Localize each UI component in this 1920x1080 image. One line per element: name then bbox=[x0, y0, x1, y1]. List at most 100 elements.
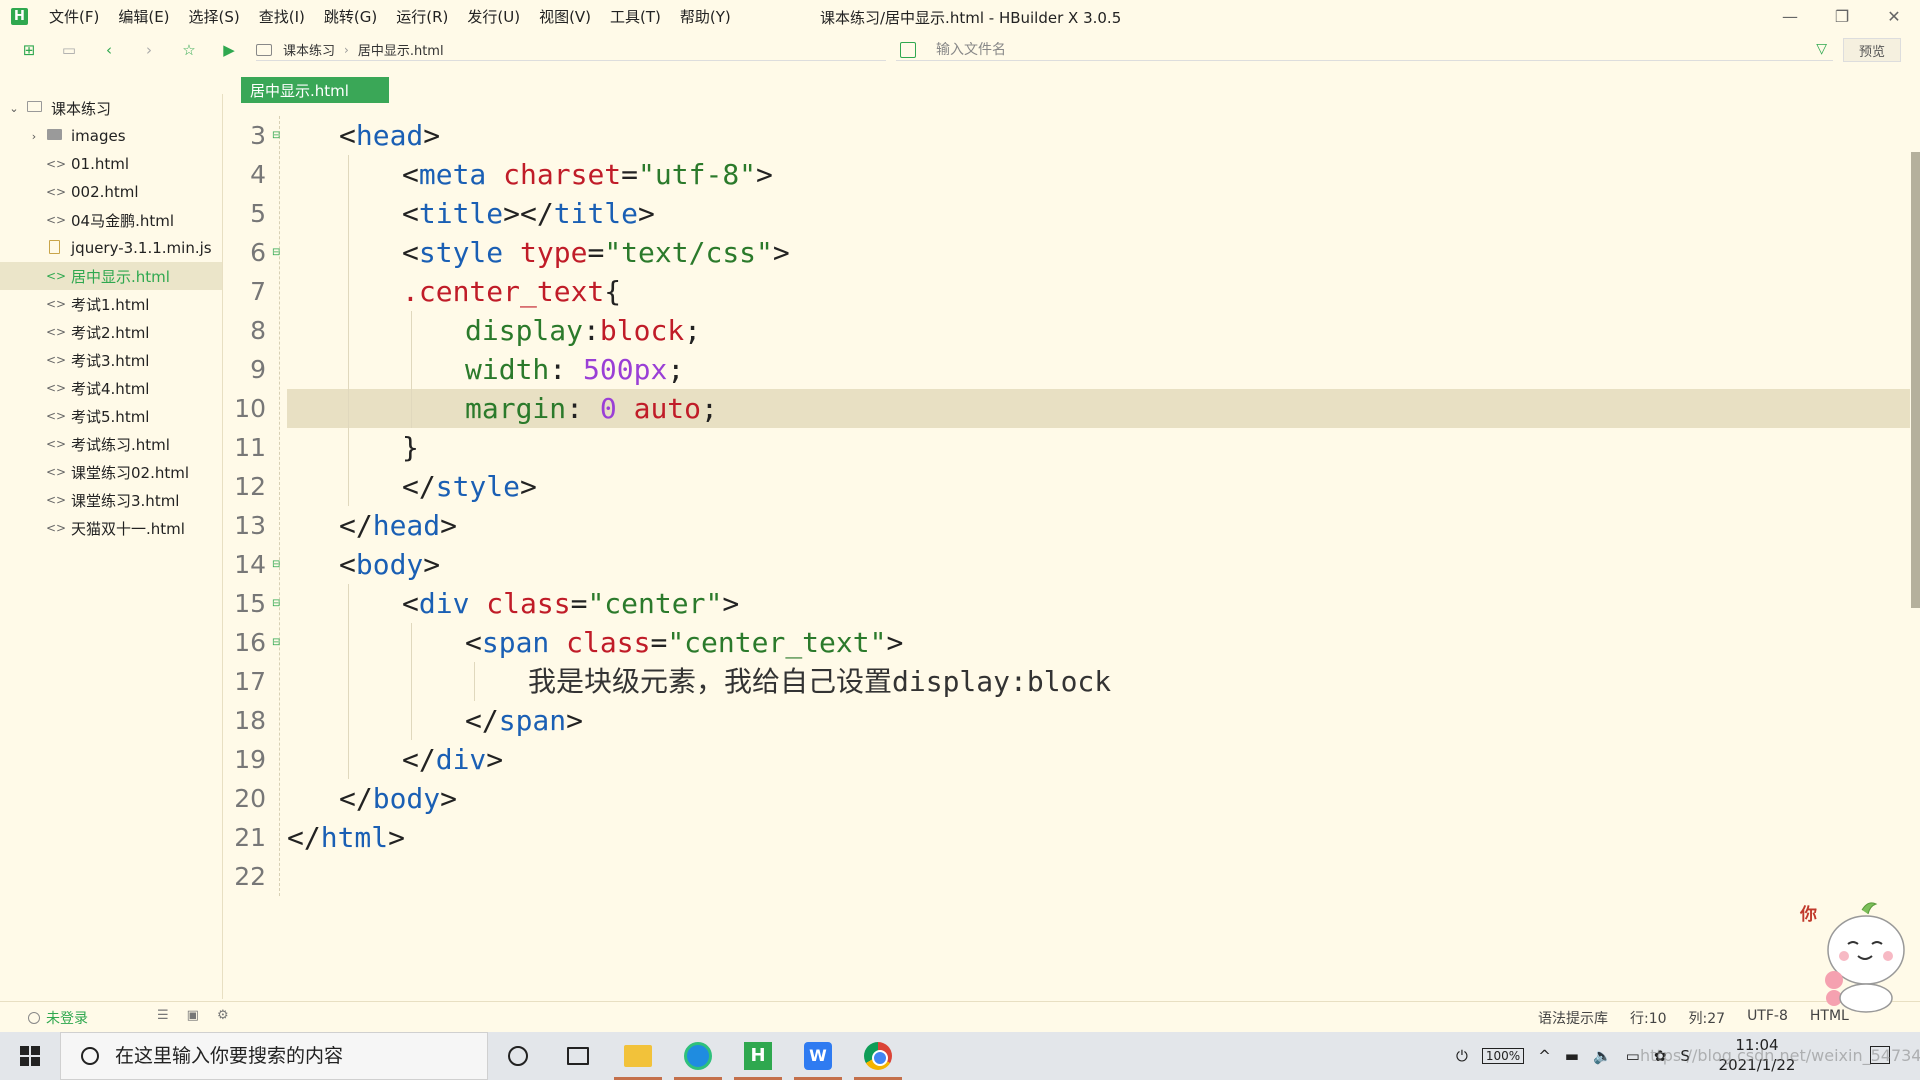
tree-item[interactable]: <> 01.html bbox=[0, 150, 222, 178]
tree-item[interactable]: <> 课堂练习3.html bbox=[0, 486, 222, 514]
watermark-url: https://blog.csdn.net/weixin_54734557 bbox=[1640, 1046, 1920, 1065]
tree-project-root[interactable]: ⌄ 课本练习 bbox=[0, 94, 222, 122]
tree-item[interactable]: <> 考试1.html bbox=[0, 290, 222, 318]
taskbar-edge[interactable] bbox=[668, 1032, 728, 1080]
tree-item[interactable]: <> 002.html bbox=[0, 178, 222, 206]
menu-item-9[interactable]: 帮助(Y) bbox=[680, 6, 731, 27]
encoding-label[interactable]: UTF-8 bbox=[1747, 1008, 1788, 1028]
tree-item[interactable]: › images bbox=[0, 122, 222, 150]
code-line[interactable]: .center_text{ bbox=[224, 272, 1910, 311]
code-line[interactable]: <head> bbox=[224, 116, 1910, 155]
task-view-button[interactable] bbox=[548, 1032, 608, 1080]
forward-icon[interactable]: › bbox=[138, 39, 160, 61]
menu-item-1[interactable]: 编辑(E) bbox=[118, 6, 169, 27]
tree-item[interactable]: <> 考试4.html bbox=[0, 374, 222, 402]
chevron-up-icon[interactable]: ^ bbox=[1538, 1047, 1551, 1065]
html-file-icon: <> bbox=[46, 381, 67, 395]
taskbar-chrome[interactable] bbox=[848, 1032, 908, 1080]
tree-item[interactable]: <> 考试3.html bbox=[0, 346, 222, 374]
cortana-button[interactable] bbox=[488, 1032, 548, 1080]
battery-indicator[interactable]: 100% bbox=[1481, 1048, 1525, 1064]
tree-item[interactable]: <> 天猫双十一.html bbox=[0, 514, 222, 542]
taskbar-search-input[interactable] bbox=[115, 1045, 475, 1067]
code-line[interactable]: </div> bbox=[224, 740, 1910, 779]
start-button[interactable] bbox=[0, 1032, 60, 1080]
tree-item[interactable]: <> 04马金鹏.html bbox=[0, 206, 222, 234]
code-line[interactable]: </html> bbox=[224, 818, 1910, 857]
code-token-val: auto bbox=[633, 392, 702, 425]
code-line[interactable]: <div class="center"> bbox=[224, 584, 1910, 623]
tree-item[interactable]: jquery-3.1.1.min.js bbox=[0, 234, 222, 262]
code-line[interactable]: <body> bbox=[224, 545, 1910, 584]
new-file-icon[interactable]: ⊞ bbox=[18, 39, 40, 61]
plugin-icon[interactable]: ⚙ bbox=[217, 1008, 229, 1023]
login-status[interactable]: 未登录 bbox=[28, 1008, 88, 1028]
taskbar-file-explorer[interactable] bbox=[608, 1032, 668, 1080]
menu-item-6[interactable]: 发行(U) bbox=[467, 6, 520, 27]
code-line[interactable]: <span class="center_text"> bbox=[224, 623, 1910, 662]
list-icon[interactable]: ☰ bbox=[157, 1008, 169, 1023]
close-button[interactable]: ✕ bbox=[1868, 0, 1920, 33]
network-icon[interactable]: ▭ bbox=[1626, 1047, 1640, 1065]
code-line[interactable] bbox=[224, 857, 1910, 896]
tree-item[interactable]: <> 考试5.html bbox=[0, 402, 222, 430]
code-text: <div class="center"> bbox=[402, 584, 739, 623]
menu-item-2[interactable]: 选择(S) bbox=[189, 6, 240, 27]
filter-icon[interactable]: ▽ bbox=[1816, 41, 1827, 57]
login-label: 未登录 bbox=[46, 1011, 88, 1027]
restore-button[interactable]: ❐ bbox=[1816, 0, 1868, 33]
tree-item[interactable]: <> 考试2.html bbox=[0, 318, 222, 346]
code-line[interactable]: 我是块级元素，我给自己设置display:block bbox=[224, 662, 1910, 701]
tree-item[interactable]: <> 居中显示.html bbox=[0, 262, 222, 290]
minimize-button[interactable]: — bbox=[1764, 0, 1816, 33]
code-line[interactable]: width: 500px; bbox=[224, 350, 1910, 389]
code-line[interactable]: </span> bbox=[224, 701, 1910, 740]
code-token-str: "utf-8" bbox=[638, 158, 757, 191]
code-line[interactable]: </style> bbox=[224, 467, 1910, 506]
tab-current-file[interactable]: 居中显示.html bbox=[241, 77, 389, 103]
breadcrumb-project[interactable]: 课本练习 bbox=[283, 40, 335, 59]
code-line[interactable]: </body> bbox=[224, 779, 1910, 818]
code-line[interactable]: <style type="text/css"> bbox=[224, 233, 1910, 272]
code-token-str: "center_text" bbox=[667, 626, 887, 659]
code-editor[interactable]: 3 ⊟ <head> 4 <meta charset="utf-8"> 5 <title><… bbox=[224, 116, 1920, 996]
run-icon[interactable]: ▶ bbox=[218, 39, 240, 61]
menu-item-7[interactable]: 视图(V) bbox=[539, 6, 591, 27]
terminal-icon[interactable]: ▣ bbox=[187, 1008, 199, 1023]
menu-item-0[interactable]: 文件(F) bbox=[49, 6, 99, 27]
save-icon[interactable]: ▭ bbox=[58, 39, 80, 61]
tree-item[interactable]: <> 考试练习.html bbox=[0, 430, 222, 458]
preview-button[interactable]: 预览 bbox=[1843, 38, 1901, 62]
code-line[interactable]: </head> bbox=[224, 506, 1910, 545]
star-icon[interactable]: ☆ bbox=[178, 39, 200, 61]
code-line[interactable]: <title></title> bbox=[224, 194, 1910, 233]
breadcrumb-file[interactable]: 居中显示.html bbox=[358, 40, 444, 59]
code-token-brk: < bbox=[402, 197, 419, 230]
taskbar-hbuilder[interactable]: H bbox=[728, 1032, 788, 1080]
code-text: </html> bbox=[287, 818, 405, 857]
code-text: width: 500px; bbox=[465, 350, 684, 389]
code-token-brk: > bbox=[388, 821, 406, 854]
power-plug-icon[interactable]: ⏻ bbox=[1456, 1047, 1468, 1065]
battery-icon[interactable]: ▬ bbox=[1565, 1047, 1579, 1065]
menu-item-5[interactable]: 运行(R) bbox=[396, 6, 448, 27]
menu-item-8[interactable]: 工具(T) bbox=[610, 6, 661, 27]
current-code-line[interactable]: margin: 0 auto; bbox=[287, 389, 1910, 428]
file-search-input[interactable] bbox=[936, 41, 1756, 58]
back-icon[interactable]: ‹ bbox=[98, 39, 120, 61]
menu-item-4[interactable]: 跳转(G) bbox=[324, 6, 377, 27]
html-file-icon: <> bbox=[46, 353, 67, 367]
code-line[interactable]: display:block; bbox=[224, 311, 1910, 350]
indent-guide bbox=[348, 584, 349, 623]
tree-item[interactable]: <> 课堂练习02.html bbox=[0, 458, 222, 486]
menu-item-3[interactable]: 查找(I) bbox=[259, 6, 305, 27]
code-line[interactable]: } bbox=[224, 428, 1910, 467]
syntax-lib-label[interactable]: 语法提示库 bbox=[1538, 1008, 1608, 1028]
chrome-icon bbox=[864, 1042, 892, 1070]
code-text: 我是块级元素，我给自己设置display:block bbox=[528, 662, 1111, 701]
taskbar-wps[interactable]: W bbox=[788, 1032, 848, 1080]
line-number: 10 bbox=[234, 394, 266, 423]
editor-scrollbar[interactable] bbox=[1911, 152, 1920, 608]
volume-icon[interactable]: 🔈 bbox=[1593, 1047, 1612, 1065]
code-line[interactable]: <meta charset="utf-8"> bbox=[224, 155, 1910, 194]
